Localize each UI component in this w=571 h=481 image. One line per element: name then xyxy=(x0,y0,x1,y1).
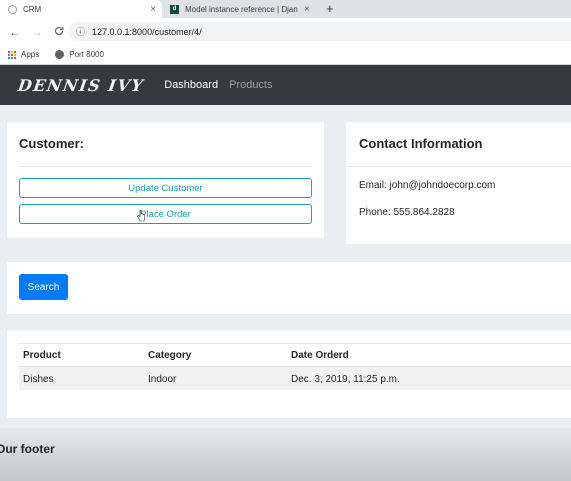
update-customer-button[interactable]: Update Customer xyxy=(19,178,312,198)
site-info-icon[interactable]: ⓘ xyxy=(76,25,85,38)
forward-arrow-icon[interactable]: → xyxy=(30,25,44,39)
tab-title: CRM xyxy=(23,4,42,14)
contact-card: Contact Information Email: john@johndoec… xyxy=(346,122,571,244)
customer-card-title: Customer: xyxy=(19,136,85,151)
url-text: 127.0.0.1:8000/customer/4/ xyxy=(92,26,202,37)
globe-icon xyxy=(55,50,65,59)
bookmark-label: Port 8000 xyxy=(69,50,104,59)
orders-table-card: Product Category Date Orderd Dishes Indo… xyxy=(7,330,571,418)
bookmarks-bar: Apps Port 8000 xyxy=(0,45,571,65)
place-order-button[interactable]: Place Order xyxy=(19,204,312,224)
customer-card: Customer: Update Customer Place Order xyxy=(7,122,324,238)
tab-title: Model instance reference | Djan xyxy=(185,4,298,14)
divider xyxy=(346,166,571,167)
reload-icon[interactable] xyxy=(52,25,66,39)
page-footer: Our footer xyxy=(0,428,571,481)
column-header-date: Date Orderd xyxy=(291,350,349,361)
bookmark-label: Apps xyxy=(21,50,40,59)
new-tab-button[interactable]: + xyxy=(326,1,334,16)
close-tab-icon[interactable]: × xyxy=(150,4,156,15)
column-header-product: Product xyxy=(23,350,61,361)
site-navbar: DENNIS IVY Dashboard Products xyxy=(0,65,571,105)
globe-favicon-icon xyxy=(8,4,17,14)
close-tab-icon[interactable]: × xyxy=(304,4,310,15)
contact-phone: Phone: 555.864.2828 xyxy=(359,207,455,218)
divider xyxy=(19,166,312,167)
table-top-border xyxy=(19,343,571,344)
browser-toolbar: ← → ⓘ 127.0.0.1:8000/customer/4/ xyxy=(0,18,571,45)
nav-dashboard-link[interactable]: Dashboard xyxy=(164,79,218,91)
footer-text: Our footer xyxy=(0,442,55,456)
table-cell-category: Indoor xyxy=(148,374,177,385)
django-favicon-icon: d xyxy=(170,4,179,14)
table-cell-date: Dec. 3, 2019, 11:25 p.m. xyxy=(291,374,400,385)
tab-crm[interactable]: CRM × xyxy=(0,0,162,18)
brand-logo[interactable]: DENNIS IVY xyxy=(17,76,146,95)
address-bar[interactable]: ⓘ 127.0.0.1:8000/customer/4/ xyxy=(68,22,571,41)
table-cell-product: Dishes xyxy=(23,374,54,385)
nav-products-link[interactable]: Products xyxy=(229,79,272,91)
contact-email: Email: john@johndoecorp.com xyxy=(359,180,496,191)
mouse-cursor-icon xyxy=(137,209,146,222)
search-button[interactable]: Search xyxy=(19,274,68,300)
tab-django-docs[interactable]: d Model instance reference | Djan × xyxy=(164,0,316,18)
column-header-category: Category xyxy=(148,350,192,361)
contact-card-title: Contact Information xyxy=(359,136,483,151)
back-arrow-icon[interactable]: ← xyxy=(8,25,22,39)
apps-grid-icon xyxy=(8,50,16,59)
bookmark-apps[interactable]: Apps xyxy=(8,50,39,59)
bookmark-port-8000[interactable]: Port 8000 xyxy=(55,50,104,59)
search-card: Search xyxy=(7,262,571,314)
browser-tab-bar: CRM × d Model instance reference | Djan … xyxy=(0,0,571,18)
